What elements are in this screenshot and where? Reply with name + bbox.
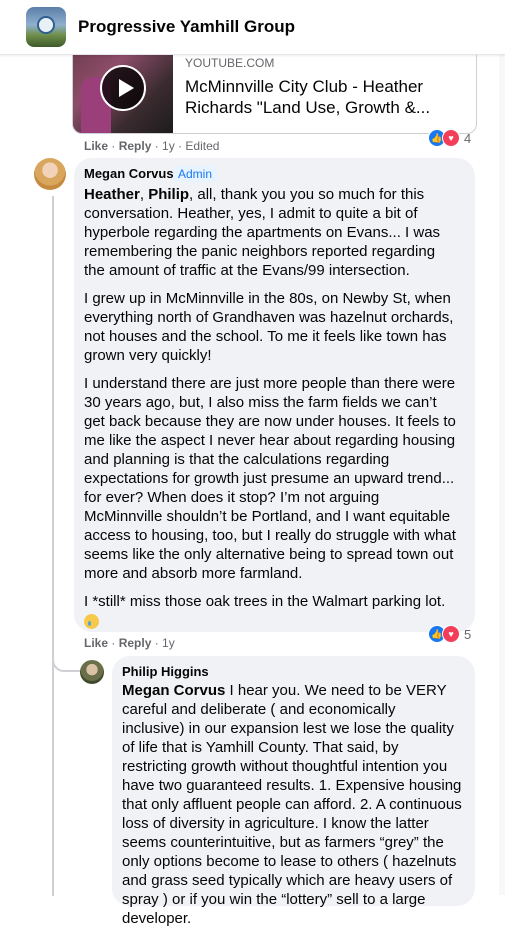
- comment-bubble: Philip Higgins Megan Corvus I hear you. …: [112, 656, 475, 927]
- mention-link[interactable]: Heather: [84, 186, 140, 203]
- comment-paragraph: I *still* miss those oak trees in the Wa…: [84, 593, 446, 610]
- thread-line: [52, 196, 54, 896]
- group-name[interactable]: Progressive Yamhill Group: [78, 17, 295, 37]
- comment-body: Heather, Philip, all, thank you you so m…: [84, 185, 456, 639]
- like-link[interactable]: Like: [84, 139, 108, 153]
- link-title[interactable]: McMinnville City Club - Heather Richards…: [185, 76, 465, 118]
- heart-icon: ♥: [442, 129, 460, 147]
- comment-bubble: Megan Corvus Admin Heather, Philip, all,…: [74, 158, 475, 632]
- group-avatar[interactable]: [26, 7, 66, 47]
- mention-link[interactable]: Megan Corvus: [122, 682, 225, 699]
- comment-author[interactable]: Philip Higgins: [122, 664, 209, 679]
- comment-body: Megan Corvus I hear you. We need to be V…: [122, 682, 462, 927]
- comment-paragraph: I grew up in McMinnville in the 80s, on …: [84, 290, 454, 364]
- reaction-summary[interactable]: 👍 ♥ 5: [428, 625, 471, 643]
- comment-actions: Like · Reply · 1y · Edited: [84, 139, 220, 153]
- crying-face-emoji-icon: [84, 613, 99, 629]
- admin-badge[interactable]: Admin: [173, 166, 218, 182]
- comment-actions: Like · Reply · 1y: [84, 636, 175, 650]
- link-source: YOUTUBE.COM: [185, 56, 275, 70]
- logo-icon: [37, 16, 55, 34]
- mention-link[interactable]: Philip: [148, 186, 189, 203]
- group-header: Progressive Yamhill Group: [0, 0, 505, 55]
- scrollbar[interactable]: [499, 54, 505, 895]
- comment-paragraph: I understand there are just more people …: [84, 375, 456, 582]
- edited-label[interactable]: Edited: [185, 139, 219, 153]
- reaction-count: 4: [464, 130, 472, 146]
- timestamp[interactable]: 1y: [162, 139, 175, 153]
- reaction-count: 5: [464, 626, 472, 642]
- reaction-summary[interactable]: 👍 ♥ 4: [428, 129, 471, 147]
- thread-connector: [52, 640, 80, 672]
- reply-link[interactable]: Reply: [119, 636, 152, 650]
- timestamp[interactable]: 1y: [162, 636, 175, 650]
- play-icon[interactable]: [100, 65, 146, 111]
- reply-link[interactable]: Reply: [119, 139, 152, 153]
- heart-icon: ♥: [442, 625, 460, 643]
- comment-author[interactable]: Megan Corvus: [84, 166, 174, 181]
- avatar[interactable]: [80, 660, 104, 684]
- avatar[interactable]: [34, 158, 66, 190]
- like-link[interactable]: Like: [84, 636, 108, 650]
